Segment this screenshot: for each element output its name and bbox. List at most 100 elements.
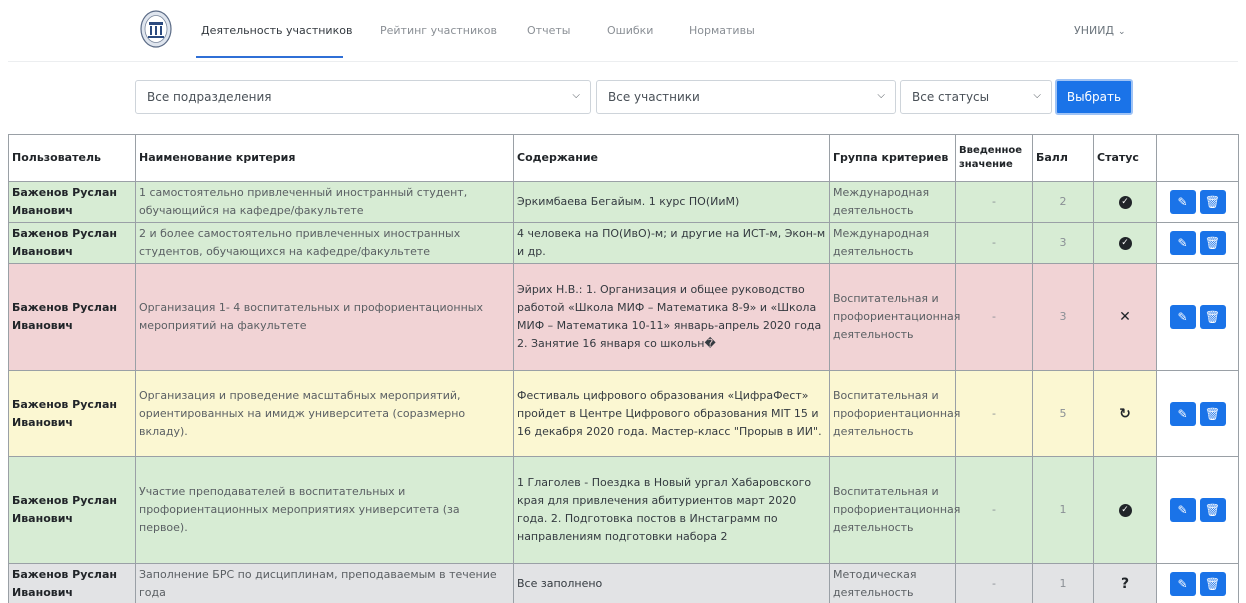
nav-tab-errors[interactable]: Ошибки: [607, 24, 653, 37]
cell-criterion: Организация и проведение масштабных меро…: [135, 370, 514, 457]
division-select-value: Все подразделения: [147, 90, 272, 104]
cell-user: Баженов Руслан Иванович: [8, 563, 136, 603]
column-header-content[interactable]: Содержание: [513, 134, 830, 182]
nav-tab-norms[interactable]: Нормативы: [689, 24, 755, 37]
delete-button[interactable]: 🗑: [1199, 305, 1226, 329]
nav-tab-reports[interactable]: Отчеты: [527, 24, 570, 37]
cell-status: ✓: [1093, 456, 1157, 564]
cell-content: Все заполнено: [513, 563, 830, 603]
column-header-criterion[interactable]: Наименование критерия: [135, 134, 514, 182]
column-header-actions: [1156, 134, 1239, 182]
cell-user: Баженов Руслан Иванович: [8, 370, 136, 457]
edit-button[interactable]: ✎: [1169, 305, 1196, 329]
cell-score: 3: [1032, 263, 1094, 371]
delete-button[interactable]: 🗑: [1199, 498, 1226, 522]
cell-actions: ✎ 🗑: [1156, 222, 1239, 264]
question-icon: ?: [1120, 576, 1130, 592]
cell-content: Фестиваль цифрового образования «ЦифраФе…: [513, 370, 830, 457]
delete-button[interactable]: 🗑: [1199, 231, 1226, 255]
edit-button[interactable]: ✎: [1169, 231, 1196, 255]
delete-button[interactable]: 🗑: [1199, 190, 1226, 214]
column-header-entered-value[interactable]: Введенное значение: [955, 134, 1033, 182]
cell-group: Воспитательная и профориентационная деят…: [829, 456, 960, 564]
column-header-group[interactable]: Группа критериев: [829, 134, 956, 182]
cell-entered-value: -: [955, 263, 1033, 371]
cell-actions: ✎ 🗑: [1156, 456, 1239, 564]
cell-content: Эркимбаева Бегайым. 1 курс ПО(ИиМ): [513, 181, 830, 223]
chevron-down-icon: ⌵: [877, 90, 885, 101]
check-circle-icon: ✓: [1118, 195, 1132, 209]
cell-score: 5: [1032, 370, 1094, 457]
cell-criterion: Участие преподавателей в воспитательных …: [135, 456, 514, 564]
table-row: Баженов Руслан Иванович Заполнение БРС п…: [8, 563, 1239, 603]
check-circle-icon: ✓: [1118, 503, 1132, 517]
chevron-down-icon: ⌄: [1118, 27, 1126, 37]
nav-tab-activity[interactable]: Деятельность участников: [201, 24, 352, 37]
table-row: Баженов Руслан Иванович 2 и более самост…: [8, 222, 1239, 264]
division-select[interactable]: Все подразделения ⌵: [135, 80, 591, 114]
user-menu-label: УНИИД: [1074, 24, 1115, 37]
edit-button[interactable]: ✎: [1169, 190, 1196, 214]
cell-score: 2: [1032, 181, 1094, 223]
cell-score: 1: [1032, 456, 1094, 564]
university-logo-icon[interactable]: [140, 10, 172, 48]
cell-entered-value: -: [955, 456, 1033, 564]
cell-status: ✓: [1093, 222, 1157, 264]
cell-user: Баженов Руслан Иванович: [8, 181, 136, 223]
column-header-user[interactable]: Пользователь: [8, 134, 136, 182]
cell-actions: ✎ 🗑: [1156, 263, 1239, 371]
cell-entered-value: -: [955, 563, 1033, 603]
cell-criterion: 2 и более самостоятельно привлеченных ин…: [135, 222, 514, 264]
edit-button[interactable]: ✎: [1169, 572, 1196, 596]
cell-actions: ✎ 🗑: [1156, 181, 1239, 223]
redo-icon: ↻: [1119, 405, 1131, 422]
edit-button[interactable]: ✎: [1169, 498, 1196, 522]
cell-user: Баженов Руслан Иванович: [8, 456, 136, 564]
participants-select-value: Все участники: [608, 90, 700, 104]
check-circle-icon: ✓: [1118, 236, 1132, 250]
cell-entered-value: -: [955, 370, 1033, 457]
table-row: Баженов Руслан Иванович Организация 1- 4…: [8, 263, 1239, 371]
cell-content: 4 человека на ПО(ИвО)-м; и другие на ИСТ…: [513, 222, 830, 264]
select-button[interactable]: Выбрать: [1055, 79, 1133, 115]
edit-button[interactable]: ✎: [1169, 401, 1196, 426]
top-navbar: Деятельность участников Рейтинг участник…: [0, 0, 1246, 62]
cell-actions: ✎ 🗑: [1156, 563, 1239, 603]
cell-user: Баженов Руслан Иванович: [8, 222, 136, 264]
cell-user: Баженов Руслан Иванович: [8, 263, 136, 371]
cell-group: Воспитательная и профориентационная деят…: [829, 263, 960, 371]
column-header-score[interactable]: Балл: [1032, 134, 1094, 182]
cell-group: Методическая деятельность: [829, 563, 956, 603]
table-header-row: Пользователь Наименование критерия Содер…: [8, 134, 1239, 182]
table-row: Баженов Руслан Иванович Организация и пр…: [8, 370, 1239, 457]
status-select[interactable]: Все статусы ⌵: [900, 80, 1052, 114]
cell-group: Воспитательная и профориентационная деят…: [829, 370, 960, 457]
cell-entered-value: -: [955, 222, 1033, 264]
cell-group: Международная деятельность: [829, 181, 956, 223]
cell-actions: ✎ 🗑: [1156, 370, 1239, 457]
user-menu[interactable]: УНИИД ⌄: [1074, 24, 1126, 37]
cell-status: ↻: [1093, 370, 1157, 457]
cell-status: ✕: [1093, 263, 1157, 371]
chevron-down-icon: ⌵: [1033, 90, 1041, 101]
activity-table: Пользователь Наименование критерия Содер…: [8, 134, 1239, 603]
delete-button[interactable]: 🗑: [1199, 572, 1226, 596]
cell-criterion: Организация 1- 4 воспитательных и профор…: [135, 263, 514, 371]
column-header-status[interactable]: Статус: [1093, 134, 1157, 182]
delete-button[interactable]: 🗑: [1199, 401, 1226, 426]
cell-status: ✓: [1093, 181, 1157, 223]
cell-group: Международная деятельность: [829, 222, 956, 264]
cell-status: ?: [1093, 563, 1157, 603]
participants-select[interactable]: Все участники ⌵: [596, 80, 896, 114]
cell-content: Эйрих Н.В.: 1. Организация и общее руков…: [513, 263, 830, 371]
cell-criterion: Заполнение БРС по дисциплинам, преподава…: [135, 563, 514, 603]
active-tab-indicator: [196, 56, 343, 58]
status-select-value: Все статусы: [912, 90, 990, 104]
cell-content: 1 Глаголев - Поездка в Новый ургал Хабар…: [513, 456, 830, 564]
nav-tab-rating[interactable]: Рейтинг участников: [380, 24, 497, 37]
times-icon: ✕: [1119, 309, 1131, 325]
cell-criterion: 1 самостоятельно привлеченный иностранны…: [135, 181, 514, 223]
cell-score: 3: [1032, 222, 1094, 264]
cell-entered-value: -: [955, 181, 1033, 223]
navbar-divider: [8, 61, 1238, 62]
